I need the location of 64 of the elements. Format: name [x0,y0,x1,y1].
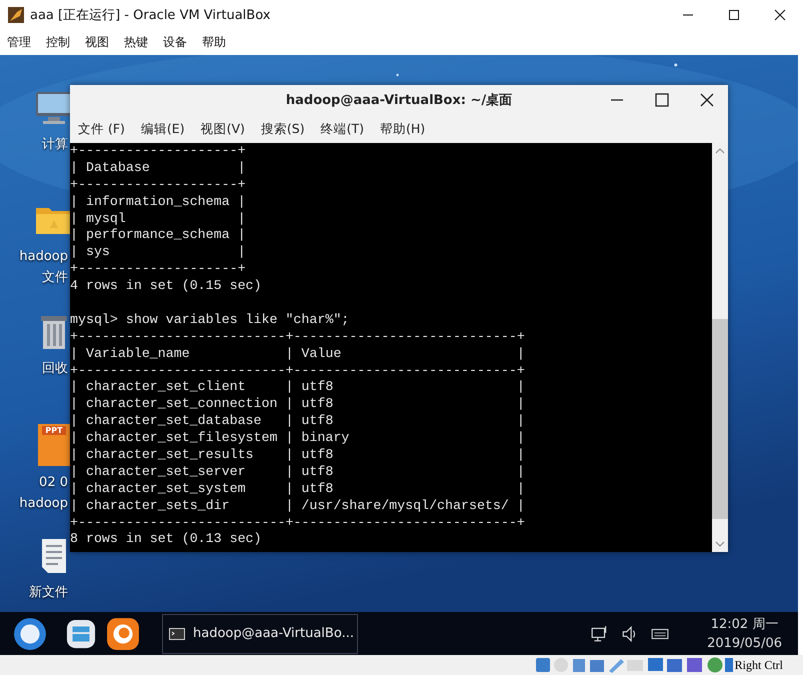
menu-item[interactable]: 文件 (F) [78,120,125,138]
icon-label: 02 0 [39,474,68,492]
terminal-line: +--------------------------+----------------------------+ [70,362,525,378]
scroll-down-icon[interactable] [715,540,725,548]
maximize-icon[interactable] [728,9,740,21]
terminal-line: +--------------------------+----------------------------+ [70,514,525,530]
terminal-line: +--------------------+ [70,261,246,276]
menu-item[interactable]: 视图 [85,34,109,51]
menu-item[interactable]: 热键 [124,34,148,51]
host-key-label: Right Ctrl [734,658,783,672]
maximize-icon[interactable] [655,93,669,107]
terminal-line: | character_set_results | utf8 | [70,447,525,462]
menu-item[interactable]: 管理 [7,34,31,51]
menu-item[interactable]: 设备 [163,34,187,51]
browser-icon[interactable] [106,616,140,650]
scroll-thumb[interactable] [712,319,728,519]
icon-label: 文件 [42,269,68,287]
terminal-icon [169,628,185,640]
close-icon[interactable] [774,9,786,21]
icon-label: hadoop [19,248,68,266]
app-logo-icon [8,7,24,23]
terminal-line: mysql> show variables like "char%"; [70,312,350,327]
slides-file-icon[interactable]: PPT [38,424,70,466]
menu-item[interactable]: 搜索(S) [260,120,305,138]
terminal-line: | information_schema | [70,194,246,209]
terminal-line: 4 rows in set (0.15 sec) [70,278,262,294]
terminal-line: | character_set_server | utf8 | [70,464,525,479]
icon-label: 新文件 [29,584,68,602]
clock-time: 12:02 周一 [710,616,778,634]
terminal-line: | character_set_system | utf8 | [70,480,525,496]
terminal-line: | character_set_filesystem | binary | [70,430,525,446]
menu-item[interactable]: 编辑(E) [140,120,185,138]
terminal-line: +--------------------+ [70,143,246,158]
terminal-line: | character_set_database | utf8 | [70,413,525,428]
window-title: aaa [正在运行] - Oracle VM VirtualBox [30,7,270,24]
device-icons-drawing[interactable] [534,656,733,674]
launcher-icon[interactable] [13,616,47,650]
terminal-line: | character_set_connection | utf8 | [70,396,525,412]
terminal-line: | sys | [70,244,246,260]
menu-item[interactable]: 终端(T) [320,120,364,138]
terminal-line: 8 rows in set (0.13 sec) [70,531,262,546]
scroll-up-icon[interactable] [715,147,725,155]
file-badge: PPT [42,426,66,435]
scrollbar[interactable] [712,143,728,552]
terminal-line: +--------------------------+----------------------------+ [70,328,525,344]
icon-label: 回收 [42,360,68,378]
menu-item[interactable]: 控制 [46,34,70,51]
terminal-line: | character_sets_dir | /usr/share/mysql/charsets/ | [70,498,525,513]
menu-item[interactable]: 帮助 [202,34,226,51]
menu-item[interactable]: 帮助(H) [380,120,426,138]
terminal-line: +--------------------+ [70,176,246,192]
clock-date: 2019/05/06 [707,634,782,652]
icon-label: 计算 [42,136,68,154]
file-manager-icon[interactable] [66,618,96,648]
close-icon[interactable] [700,93,714,107]
icon-label: hadoop [19,495,68,513]
terminal-line: | character_set_client | utf8 | [70,379,525,394]
terminal-title: hadoop@aaa-VirtualBox: ~/桌面 [286,92,512,109]
terminal-line: | mysql | [70,210,246,226]
taskbar-window-button[interactable]: hadoop@aaa-VirtualBo... [162,614,358,654]
terminal-line: | Database | [70,160,246,175]
terminal-line: | performance_schema | [70,227,246,242]
terminal-line: | Variable_name | Value | [70,346,525,361]
menu-item[interactable]: 视图(V) [200,120,245,138]
